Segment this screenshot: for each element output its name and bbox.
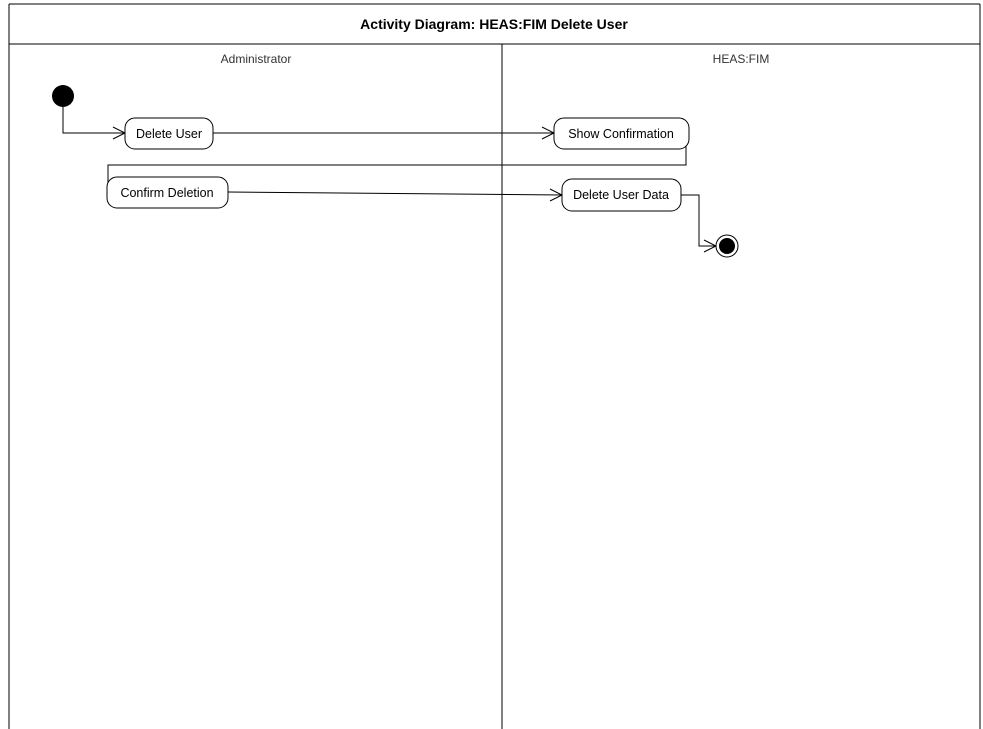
lane-label-administrator: Administrator xyxy=(221,52,292,66)
activity-confirm-deletion[interactable]: Confirm Deletion xyxy=(106,176,229,209)
diagram-title: Activity Diagram: HEAS:FIM Delete User xyxy=(360,16,628,32)
activity-delete-user[interactable]: Delete User xyxy=(124,117,214,150)
activity-delete-user-data-label: Delete User Data xyxy=(573,188,669,202)
activity-confirm-deletion-label: Confirm Deletion xyxy=(120,186,213,200)
lane-label-heas-fim: HEAS:FIM xyxy=(713,52,770,66)
flow-confirm-deletion-to-delete-user-data xyxy=(227,191,563,196)
activity-diagram: Activity Diagram: HEAS:FIM Delete User A… xyxy=(8,3,981,729)
diagram-frame xyxy=(8,3,981,729)
final-node-inner-dot xyxy=(719,238,735,254)
activity-delete-user-label: Delete User xyxy=(136,127,202,141)
final-node xyxy=(715,234,739,258)
initial-node xyxy=(52,85,74,107)
activity-show-confirmation[interactable]: Show Confirmation xyxy=(553,117,690,150)
activity-delete-user-data[interactable]: Delete User Data xyxy=(561,178,682,212)
flow-delete-user-data-to-final xyxy=(681,194,716,247)
activity-show-confirmation-label: Show Confirmation xyxy=(568,127,674,141)
